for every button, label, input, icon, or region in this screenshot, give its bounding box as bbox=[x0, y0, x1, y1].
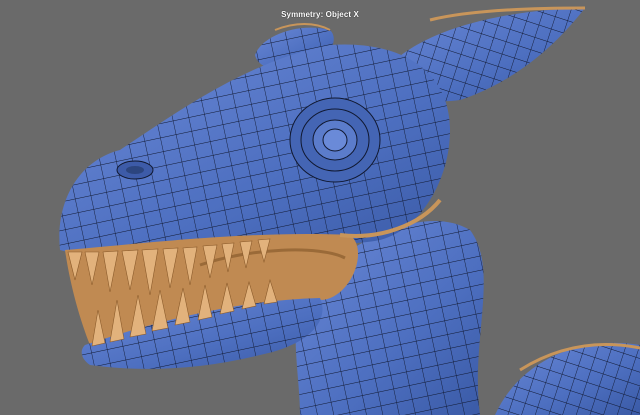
head-mesh[interactable] bbox=[59, 44, 451, 256]
body-mesh[interactable] bbox=[495, 342, 640, 415]
nostril[interactable] bbox=[116, 160, 154, 180]
eye-socket[interactable] bbox=[289, 97, 381, 183]
mesh-render[interactable] bbox=[0, 0, 640, 415]
3d-viewport[interactable]: Symmetry: Object X bbox=[0, 0, 640, 415]
